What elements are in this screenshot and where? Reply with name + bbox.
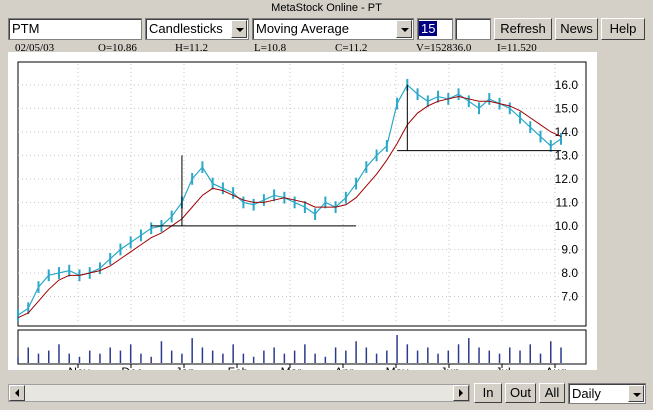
chart-area[interactable]: 16.015.014.013.012.011.010.09.08.07.0Nov… bbox=[8, 52, 597, 379]
scroll-right-button[interactable] bbox=[453, 385, 469, 401]
chevron-down-icon[interactable] bbox=[231, 20, 247, 38]
interval-value: Daily bbox=[572, 386, 601, 401]
interval-select[interactable]: Daily bbox=[568, 383, 646, 404]
month-label: Jul bbox=[495, 365, 510, 370]
horizontal-scrollbar[interactable] bbox=[8, 384, 470, 402]
price-tick-label: 14.0 bbox=[555, 125, 579, 139]
period-value: 15 bbox=[419, 21, 438, 36]
price-tick-label: 12.0 bbox=[555, 172, 579, 186]
month-label: Dec bbox=[121, 365, 142, 370]
scroll-left-button[interactable] bbox=[9, 385, 25, 401]
month-label: Apr bbox=[335, 365, 354, 370]
price-tick-label: 11.0 bbox=[556, 195, 579, 209]
arrow-right-icon bbox=[459, 389, 463, 397]
volume-panel-frame bbox=[17, 329, 587, 365]
price-tick-label: 10.0 bbox=[555, 219, 579, 233]
month-label: Aug bbox=[545, 365, 566, 370]
refresh-button[interactable]: Refresh bbox=[494, 18, 552, 40]
price-tick-label: 15.0 bbox=[555, 101, 579, 115]
news-button[interactable]: News bbox=[555, 18, 598, 40]
month-label: May bbox=[386, 365, 409, 370]
month-label: Jan bbox=[175, 365, 194, 370]
zoom-out-button[interactable]: Out bbox=[505, 383, 536, 403]
chart-edge bbox=[597, 52, 603, 370]
price-tick-label: 7.0 bbox=[561, 289, 578, 303]
zoom-in-button[interactable]: In bbox=[474, 383, 502, 403]
extra-input[interactable] bbox=[455, 18, 491, 40]
chevron-down-icon[interactable] bbox=[396, 20, 412, 38]
price-tick-label: 8.0 bbox=[561, 266, 578, 280]
chart-style-value: Candlesticks bbox=[149, 21, 223, 36]
symbol-input[interactable]: PTM bbox=[8, 18, 142, 40]
zoom-all-button[interactable]: All bbox=[539, 383, 565, 403]
arrow-left-icon bbox=[15, 389, 19, 397]
period-input[interactable]: 15 bbox=[417, 18, 453, 40]
chevron-down-icon[interactable] bbox=[628, 385, 644, 402]
indicator-value: Moving Average bbox=[256, 21, 349, 36]
window-title: MetaStock Online - PT bbox=[271, 2, 382, 14]
price-panel-frame bbox=[17, 61, 587, 327]
price-tick-label: 9.0 bbox=[561, 242, 578, 256]
month-label: Feb bbox=[228, 365, 249, 370]
help-button[interactable]: Help bbox=[601, 18, 645, 40]
chart-style-select[interactable]: Candlesticks bbox=[145, 18, 249, 40]
price-chart: 16.015.014.013.012.011.010.09.08.07.0Nov… bbox=[17, 61, 587, 379]
indicator-select[interactable]: Moving Average bbox=[252, 18, 414, 40]
price-tick-label: 16.0 bbox=[555, 78, 579, 92]
month-label: Jun bbox=[440, 365, 459, 370]
month-label: Nov bbox=[68, 365, 89, 370]
month-label: Mar bbox=[281, 365, 302, 370]
